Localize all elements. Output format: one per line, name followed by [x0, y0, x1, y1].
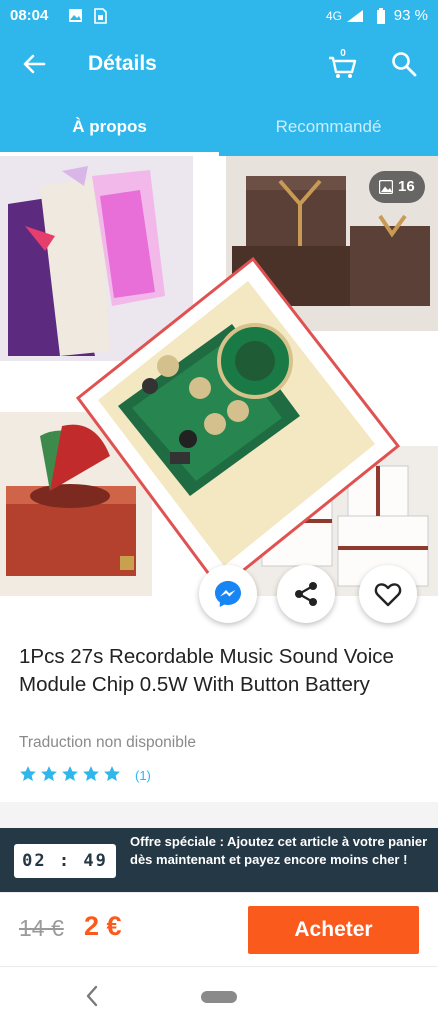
buy-bar: 14 € 2 € Acheter [0, 892, 438, 966]
battery-percentage: 93 % [393, 7, 428, 24]
product-title: 1Pcs 27s Recordable Music Sound Voice Mo… [19, 645, 394, 696]
translation-note: Traduction non disponible [19, 734, 196, 751]
share-icon [295, 582, 317, 606]
messenger-share-button[interactable] [199, 565, 257, 623]
system-navigation-bar [0, 966, 438, 1024]
countdown-timer: 02 : 49 [14, 844, 116, 878]
wishlist-button[interactable] [359, 565, 417, 623]
photo-count: 16 [398, 178, 415, 195]
old-price: 14 € [19, 915, 64, 941]
current-price: 2 € [84, 911, 122, 941]
share-button[interactable] [277, 565, 335, 623]
page-title: Détails [88, 52, 157, 75]
offer-text: Offre spéciale : Ajoutez cet article à v… [130, 834, 428, 867]
status-bar: 08:04 4G 93 % [0, 0, 438, 32]
cart-icon[interactable]: 0 [326, 46, 358, 80]
star-icon [104, 766, 120, 781]
search-icon[interactable] [390, 50, 418, 78]
product-photo-collage [0, 156, 438, 596]
battery-icon [377, 8, 385, 24]
cart-count: 0 [340, 48, 346, 59]
tab-recommended[interactable]: Recommandé [219, 96, 438, 156]
tab-bar: À propos Recommandé [0, 96, 438, 156]
gallery-icon [379, 180, 393, 194]
section-divider [0, 802, 438, 828]
back-arrow-icon[interactable] [20, 50, 48, 78]
star-icon [62, 766, 78, 781]
network-type: 4G [325, 9, 342, 23]
star-icon [83, 766, 99, 781]
buy-button[interactable]: Acheter [248, 906, 419, 954]
image-notification-icon [69, 9, 82, 22]
sim-icon [94, 8, 107, 24]
rating-count: (1) [135, 768, 151, 783]
app-bar: Détails 0 [0, 32, 438, 96]
nav-back-icon[interactable] [84, 985, 100, 1007]
special-offer-banner: 02 : 49 Offre spéciale : Ajoutez cet art… [0, 828, 438, 892]
signal-icon [347, 10, 363, 22]
product-image[interactable] [0, 156, 438, 618]
heart-icon [374, 583, 402, 607]
rating-stars [19, 765, 124, 788]
photo-count-badge[interactable]: 16 [369, 171, 425, 203]
status-time: 08:04 [10, 7, 49, 24]
star-icon [20, 766, 36, 781]
nav-home-button[interactable] [201, 991, 237, 1003]
tab-about[interactable]: À propos [0, 96, 219, 156]
star-icon [41, 766, 57, 781]
messenger-icon [215, 581, 241, 607]
